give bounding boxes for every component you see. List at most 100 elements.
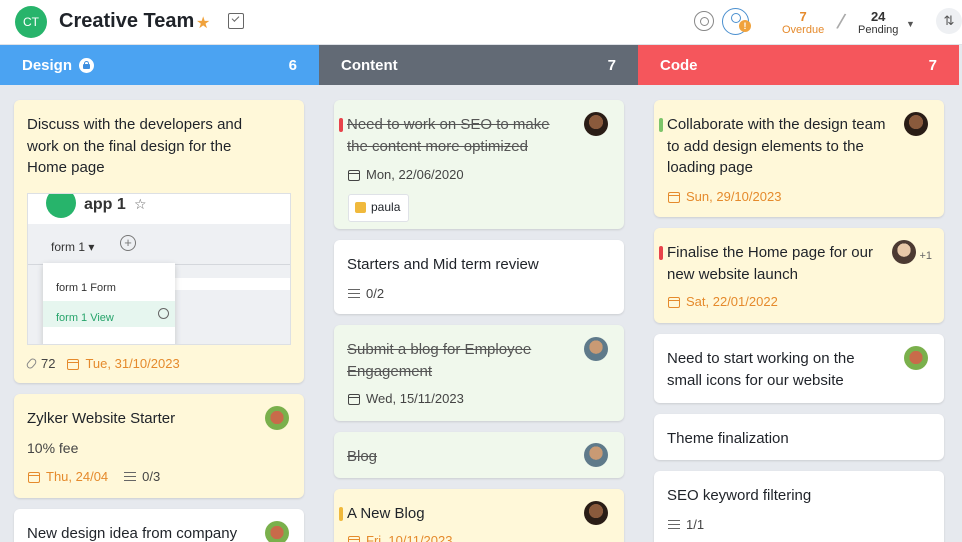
card-title: Theme finalization [667,430,789,447]
column-header-design[interactable]: Design 6 [0,45,319,85]
attachment-preview[interactable]: app 1 ☆ form 1 ▾ + form 1 Form form 1 Vi… [27,193,291,345]
due-date-text: Sat, 22/01/2022 [686,294,778,309]
column-title: Code [660,56,698,74]
calendar-icon [668,192,680,204]
checklist-count: 0/3 [142,469,161,484]
award-icon[interactable] [694,11,714,31]
due-date-text: Sun, 29/10/2023 [686,189,782,204]
calendar-icon [28,472,40,484]
pending-count: 24 [870,9,886,24]
task-card[interactable]: Zylker Website Starter 10% fee Thu, 24/0… [14,394,304,498]
due-date: Fri, 10/11/2023 [348,530,452,542]
card-title: Starters and Mid term review [347,256,539,273]
task-card[interactable]: Theme finalization [654,414,944,460]
preview-app-name: app 1 [84,196,126,213]
priority-bar [339,507,343,521]
gear-icon [158,308,169,319]
assignee-avatar[interactable] [584,112,608,136]
due-date: Wed, 15/11/2023 [348,388,464,410]
card-meta: 72 Tue, 31/10/2023 [25,353,180,375]
card-title: Blog [347,448,378,465]
task-card[interactable]: Blog [334,432,624,478]
due-date: Tue, 31/10/2023 [67,353,180,375]
pending-stat[interactable]: 24 Pending [858,9,898,36]
column-count: 7 [607,56,616,74]
sort-icon[interactable]: ⇅ [936,8,962,34]
assignee-avatar[interactable] [584,337,608,361]
preview-menu-item-active: form 1 View [43,301,175,327]
assignee-avatar[interactable] [265,406,289,430]
task-card[interactable]: Need to work on SEO to make the content … [334,100,624,229]
due-date-text: Wed, 15/11/2023 [366,391,464,406]
due-date: Thu, 24/04 [28,466,108,488]
card-title: SEO keyword filtering [667,487,812,504]
due-date-text: Mon, 22/06/2020 [366,167,464,182]
card-meta: Thu, 24/04 0/3 [28,466,160,488]
card-title: Zylker Website Starter [27,410,176,427]
plus-circle-icon: + [120,235,136,251]
assignee-avatar[interactable] [584,443,608,467]
task-card[interactable]: SEO keyword filtering 1/1 [654,471,944,542]
task-check-icon[interactable] [228,13,244,29]
card-title: New design idea from company [27,525,238,542]
calendar-icon [668,297,680,309]
board-header: CT Creative Team ★ ! 7 Overdue / 24 Pend… [0,0,962,45]
card-note: 10% fee [27,439,79,456]
checklist-icon [668,520,680,530]
task-card[interactable]: Need to start working on the small icons… [654,334,944,403]
task-card[interactable]: New design idea from company [14,509,304,542]
assignee-avatar[interactable] [265,521,289,542]
task-card[interactable]: Submit a blog for Employee Engagement We… [334,325,624,421]
assignee-avatar[interactable] [904,112,928,136]
card-title: Need to start working on the small icons… [667,350,855,389]
column-header-code[interactable]: Code 7 [638,45,959,85]
assignee-avatar[interactable] [904,346,928,370]
calendar-icon [67,359,80,371]
due-date: Mon, 22/06/2020 [348,164,464,186]
page-title: Creative Team [59,10,195,32]
favorite-star-icon[interactable]: ★ [196,13,210,33]
preview-menu-item: form 1 Form [56,282,116,294]
paperclip-icon [25,357,38,371]
overdue-stat[interactable]: 7 Overdue [782,9,824,36]
calendar-icon [348,536,360,542]
task-card[interactable]: Starters and Mid term review 0/2 [334,240,624,314]
card-title: Finalise the Home page for our new websi… [667,244,873,283]
card-title: A New Blog [347,505,425,522]
checklist-icon [348,289,360,299]
card-title: Collaborate with the design team to add … [667,116,886,176]
stat-divider: / [834,8,848,35]
extra-assignees-count[interactable]: +1 [919,246,932,268]
column-count: 7 [928,56,937,74]
team-avatar[interactable]: CT [15,6,47,38]
assignee-avatar[interactable] [892,240,916,264]
due-date: Sun, 29/10/2023 [668,186,781,208]
overdue-label: Overdue [782,24,825,36]
user-tag[interactable]: paula [348,194,410,222]
checklist-count: 0/2 [366,286,385,301]
column-title: Content [341,56,398,74]
pending-label: Pending [858,24,899,36]
column-title: Design [22,56,73,74]
alert-badge-icon: ! [739,20,751,32]
preview-form-label: form 1 [51,240,86,254]
card-title: Discuss with the developers and work on … [27,116,243,176]
task-card[interactable]: A New Blog Fri, 10/11/2023 [334,489,624,542]
card-title: Need to work on SEO to make the content … [347,116,550,155]
checklist-count: 1/1 [686,517,705,532]
overdue-count: 7 [799,9,807,24]
card-meta: 0/2 [348,283,384,305]
task-card[interactable]: Discuss with the developers and work on … [14,100,304,383]
calendar-icon [348,394,360,406]
chevron-down-icon[interactable]: ▼ [906,19,915,29]
due-date: Sat, 22/01/2022 [668,291,778,313]
assignee-avatar[interactable] [584,501,608,525]
lock-icon [79,57,95,73]
task-card[interactable]: Finalise the Home page for our new websi… [654,228,944,323]
due-date-text: Tue, 31/10/2023 [85,356,180,371]
column-header-content[interactable]: Content 7 [319,45,638,85]
card-meta: 1/1 [668,514,704,536]
task-card[interactable]: Collaborate with the design team to add … [654,100,944,217]
calendar-icon [348,170,360,182]
priority-bar [339,118,343,132]
